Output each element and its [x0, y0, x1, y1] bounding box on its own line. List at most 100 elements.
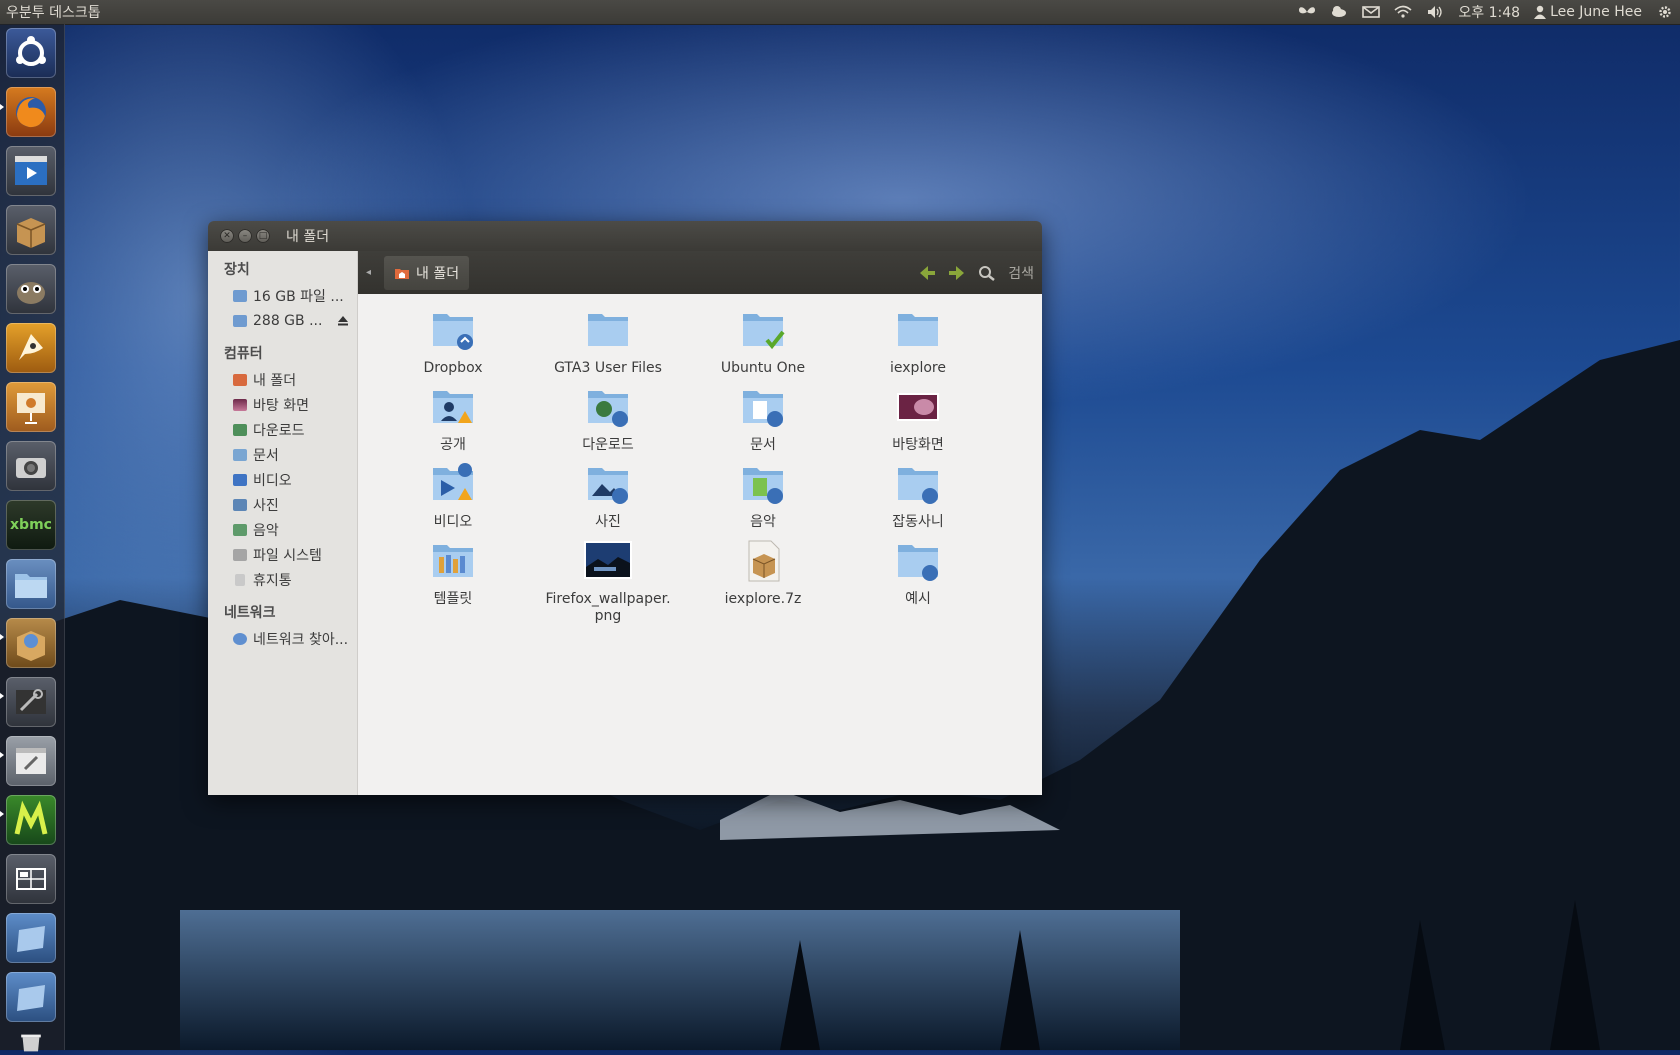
breadcrumb-home[interactable]: 내 폴더 [384, 255, 470, 290]
eject-icon[interactable] [337, 315, 349, 326]
file-label: 음악 [750, 514, 776, 530]
sidebar-item-label: 비디오 [253, 472, 292, 489]
folder-icon [898, 314, 938, 346]
archive-manager-icon[interactable] [6, 205, 56, 255]
sidebar-item-trash[interactable]: 휴지통 [208, 567, 357, 592]
file-item-music[interactable]: 음악 [688, 460, 838, 531]
close-icon: ✕ [223, 231, 231, 241]
file-item-downloads[interactable]: 다운로드 [533, 383, 683, 454]
xbmc-icon[interactable]: xbmc [6, 500, 56, 550]
impress-icon[interactable] [6, 382, 56, 432]
breadcrumb-scroll-left-icon[interactable]: ◂ [366, 267, 378, 278]
search-icon[interactable] [978, 265, 996, 281]
file-item-templates[interactable]: 템플릿 [378, 537, 528, 608]
inkscape-icon[interactable] [6, 323, 56, 373]
file-label: GTA3 User Files [554, 360, 662, 376]
file-label: 템플릿 [433, 591, 473, 607]
sidebar-item-documents[interactable]: 문서 [208, 442, 357, 467]
minimize-button[interactable]: – [238, 229, 252, 243]
system-tools-icon[interactable] [6, 736, 56, 786]
sidebar-item-label: 음악 [253, 522, 279, 539]
running-indicator [0, 104, 4, 110]
running-indicator [0, 693, 4, 699]
gimp-icon[interactable] [6, 264, 56, 314]
file-item-videos[interactable]: 비디오 [378, 460, 528, 531]
drive-icon[interactable] [6, 913, 56, 963]
file-item-ubuntu-one[interactable]: Ubuntu One [688, 306, 838, 377]
active-app-title: 우분투 데스크톱 [6, 5, 101, 21]
file-item-documents[interactable]: 문서 [688, 383, 838, 454]
file-grid: Dropbox GTA3 User Files Ubuntu One iexpl… [358, 294, 1042, 795]
file-item-public[interactable]: 공개 [378, 383, 528, 454]
workspace-switcher-icon[interactable] [6, 854, 56, 904]
devices-header: 장치 [224, 262, 250, 278]
weather-icon[interactable] [1330, 4, 1348, 20]
window-titlebar[interactable]: ✕ – □ 내 폴더 [208, 221, 1042, 251]
folder-ubuntuone-icon [743, 314, 785, 350]
file-label: 다운로드 [582, 437, 634, 453]
running-indicator [0, 752, 4, 758]
sidebar-item-home[interactable]: 내 폴더 [208, 367, 357, 392]
image-thumbnail-icon [584, 541, 632, 579]
user-menu[interactable]: Lee June Hee [1534, 4, 1642, 20]
sidebar-item-desktop[interactable]: 바탕 화면 [208, 392, 357, 417]
unity-launcher: xbmc [0, 24, 65, 1052]
files-icon[interactable] [6, 559, 56, 609]
close-button[interactable]: ✕ [220, 229, 234, 243]
file-item-iexplore-folder[interactable]: iexplore [843, 306, 993, 377]
sidebar-item-music[interactable]: 음악 [208, 517, 357, 542]
file-item-pictures[interactable]: 사진 [533, 460, 683, 531]
file-label-line2: png [594, 608, 622, 624]
mail-icon[interactable] [1362, 4, 1381, 20]
sidebar-item-pictures[interactable]: 사진 [208, 492, 357, 517]
folder-desktop-icon [897, 393, 939, 421]
clock[interactable]: 오후 1:48 [1458, 2, 1520, 22]
archive-file-icon [748, 540, 780, 582]
sidebar-item-16gb-drive[interactable]: 16 GB 파일 ... [208, 283, 357, 308]
search-button[interactable]: 검색 [1008, 263, 1034, 283]
file-item-gta3-user-files[interactable]: GTA3 User Files [533, 306, 683, 377]
wifi-icon[interactable] [1394, 4, 1412, 20]
user-name: Lee June Hee [1550, 4, 1642, 20]
sidebar-item-filesystem[interactable]: 파일 시스템 [208, 542, 357, 567]
sidebar-item-288gb-drive[interactable]: 288 GB ... [208, 308, 357, 333]
sidebar-item-videos[interactable]: 비디오 [208, 467, 357, 492]
butterfly-icon[interactable] [1298, 4, 1316, 20]
file-item-firefox-wallpaper[interactable]: Firefox_wallpaper. png [533, 537, 683, 625]
ubuntu-dash-icon[interactable] [6, 28, 56, 78]
file-item-misc[interactable]: 잡동사니 [843, 460, 993, 531]
m-app-icon[interactable] [6, 795, 56, 845]
firefox-icon[interactable] [6, 87, 56, 137]
back-arrow-icon[interactable] [918, 265, 936, 281]
folder-templates-icon [433, 545, 473, 577]
file-item-iexplore-7z[interactable]: iexplore.7z [688, 537, 838, 608]
movie-player-icon[interactable] [6, 146, 56, 196]
system-settings-icon[interactable] [6, 677, 56, 727]
gear-icon[interactable] [1656, 4, 1674, 20]
drive-icon [233, 289, 247, 302]
drive-icon-2[interactable] [6, 972, 56, 1022]
file-label-line1: Firefox_wallpaper. [545, 591, 671, 607]
maximize-button[interactable]: □ [256, 229, 270, 243]
software-center-icon[interactable] [6, 618, 56, 668]
volume-icon[interactable] [1426, 4, 1444, 20]
forward-arrow-icon[interactable] [948, 265, 966, 281]
trash-icon [235, 573, 245, 586]
trash-icon[interactable] [6, 1031, 56, 1055]
file-label: 비디오 [433, 514, 473, 530]
sidebar-item-label: 휴지통 [253, 572, 292, 589]
sidebar-item-label: 16 GB 파일 ... [253, 288, 344, 305]
file-label: Dropbox [423, 360, 483, 376]
pictures-folder-icon [233, 498, 247, 511]
home-folder-icon [395, 268, 409, 279]
file-item-examples[interactable]: 예시 [843, 537, 993, 608]
file-item-dropbox[interactable]: Dropbox [378, 306, 528, 377]
network-header: 네트워크 [224, 605, 276, 621]
camera-icon[interactable] [6, 441, 56, 491]
sidebar-item-label: 문서 [253, 447, 279, 464]
music-folder-icon [233, 523, 247, 536]
sidebar-item-downloads[interactable]: 다운로드 [208, 417, 357, 442]
home-folder-icon [233, 373, 247, 386]
file-item-desktop[interactable]: 바탕화면 [843, 383, 993, 454]
sidebar-item-browse-network[interactable]: 네트워크 찾아... [208, 626, 357, 651]
